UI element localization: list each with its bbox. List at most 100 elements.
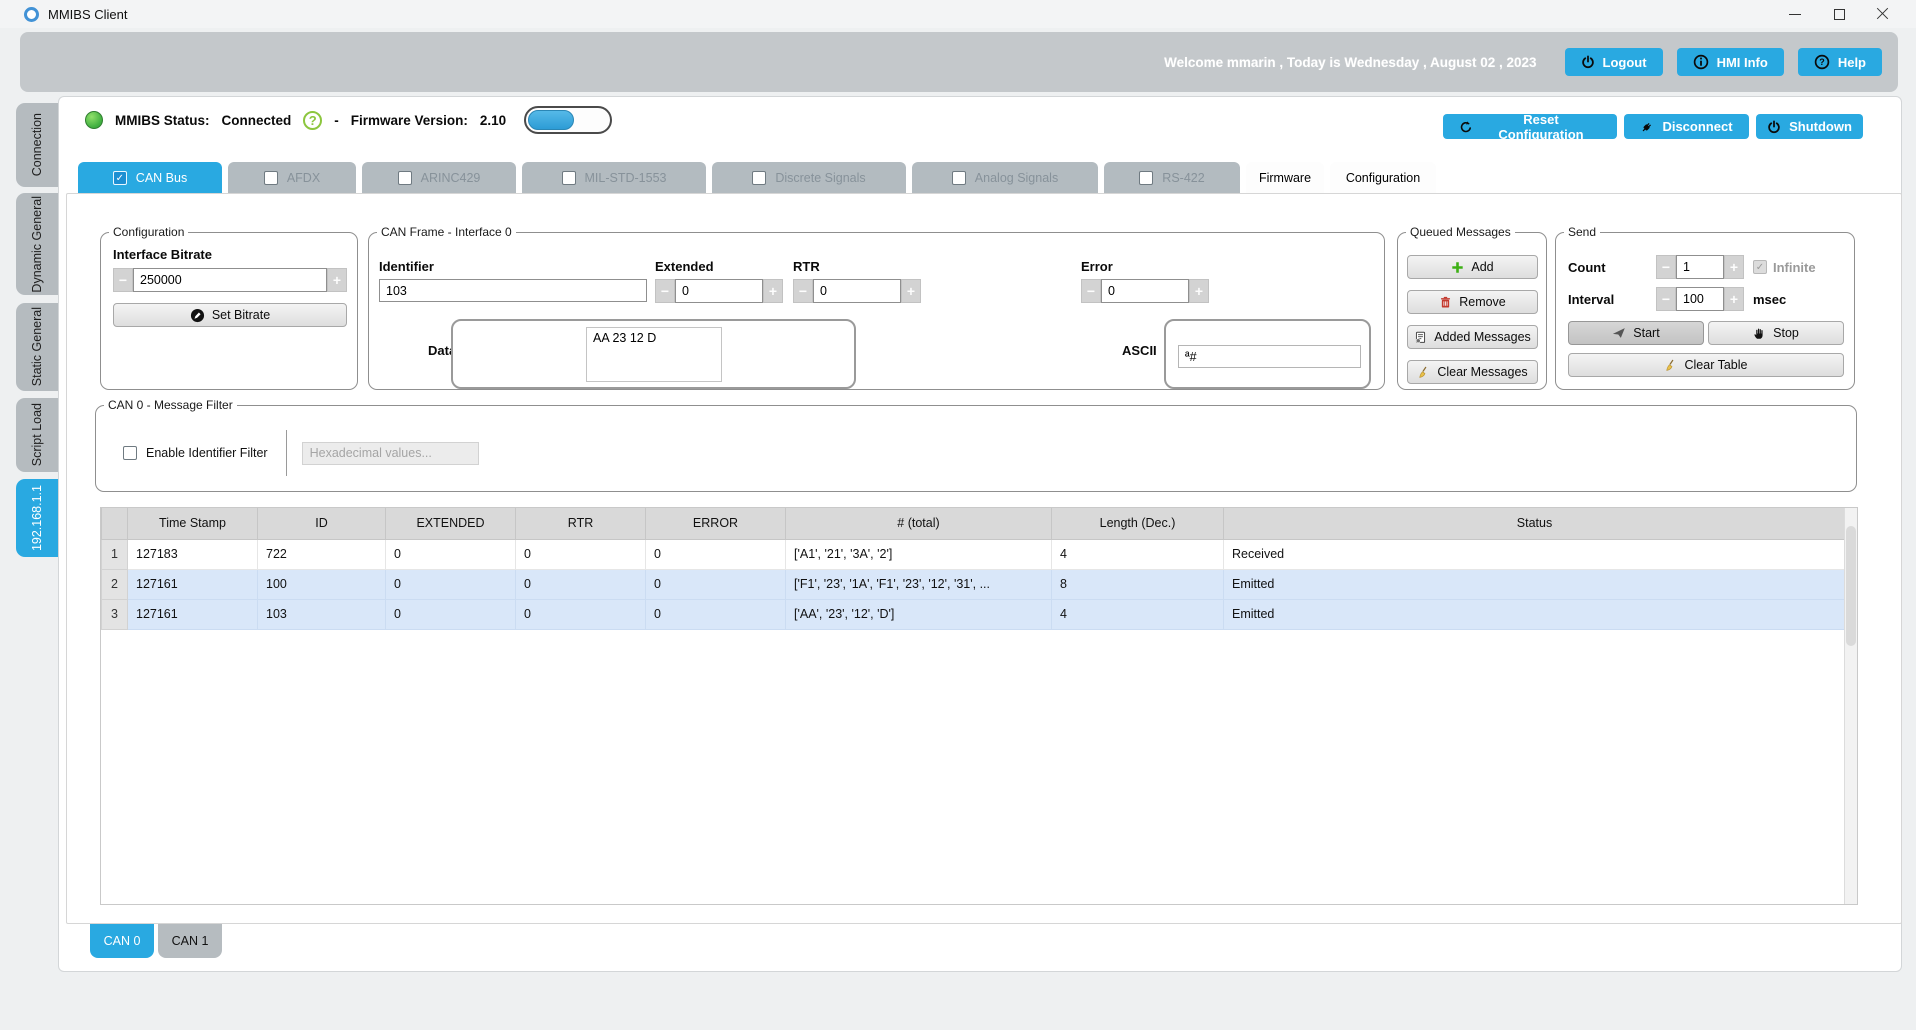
tab-afdx[interactable]: AFDX [228,162,356,194]
remove-button[interactable]: Remove [1407,290,1538,314]
help-button[interactable]: ? Help [1798,48,1882,76]
enable-identifier-filter-label: Enable Identifier Filter [146,446,268,460]
reset-configuration-button[interactable]: Reset Configuration [1443,114,1617,139]
stop-button[interactable]: Stop [1708,321,1844,345]
sidebar-tab-192-168-1-1[interactable]: 192.168.1.1 [16,479,58,557]
clear-messages-label: Clear Messages [1437,365,1527,379]
disconnect-button[interactable]: Disconnect [1624,114,1749,139]
shutdown-label: Shutdown [1789,119,1852,134]
status-help-icon[interactable]: ? [303,111,322,130]
tab-can-bus[interactable]: ✓ CAN Bus [78,162,222,194]
count-input[interactable] [1676,255,1724,279]
table-scrollbar[interactable] [1844,508,1857,904]
rtr-input[interactable] [813,279,901,303]
connection-toggle[interactable] [524,106,612,134]
tab-arinc429[interactable]: ARINC429 [362,162,516,194]
tab-can-1[interactable]: CAN 1 [158,924,222,958]
col-status[interactable]: Status [1224,508,1846,539]
bitrate-decrement-button[interactable]: − [113,268,133,292]
interval-decrement-button[interactable]: − [1656,287,1676,311]
extended-increment-button[interactable]: + [763,279,783,303]
interval-increment-button[interactable]: + [1724,287,1744,311]
extended-decrement-button[interactable]: − [655,279,675,303]
analog-signals-checkbox[interactable] [952,171,966,185]
col-id[interactable]: ID [258,508,386,539]
error-decrement-button[interactable]: − [1081,279,1101,303]
col-extended[interactable]: EXTENDED [386,508,516,539]
table-row[interactable]: 3 127161 103 0 0 0 ['AA', '23', '12', 'D… [102,599,1846,629]
col-length[interactable]: Length (Dec.) [1052,508,1224,539]
data-textarea[interactable]: AA 23 12 D [586,327,722,382]
sidebar-tab-script-load[interactable]: Script Load [16,398,58,472]
table-row[interactable]: 2 127161 100 0 0 0 ['F1', '23', '1A', 'F… [102,569,1846,599]
hmi-info-button[interactable]: HMI Info [1677,48,1784,76]
corner-header [102,508,128,539]
add-button[interactable]: Add [1407,255,1538,279]
col-error[interactable]: ERROR [646,508,786,539]
header-bar: Welcome mmarin , Today is Wednesday , Au… [20,32,1898,92]
identifier-filter-input[interactable] [302,442,479,465]
tab-discrete-signals[interactable]: Discrete Signals [712,162,906,194]
afdx-checkbox[interactable] [264,171,278,185]
reset-configuration-label: Reset Configuration [1481,112,1601,142]
start-button[interactable]: Start [1568,321,1704,345]
rs-422-checkbox[interactable] [1139,171,1153,185]
col-time-stamp[interactable]: Time Stamp [128,508,258,539]
interval-input[interactable] [1676,287,1724,311]
maximize-icon[interactable] [1832,7,1846,21]
rtr-decrement-button[interactable]: − [793,279,813,303]
arinc429-checkbox[interactable] [398,171,412,185]
clear-table-button[interactable]: Clear Table [1568,353,1844,377]
logout-button[interactable]: Logout [1565,48,1663,76]
mil-std-1553-checkbox[interactable] [562,171,576,185]
extended-input[interactable] [675,279,763,303]
sidebar-tab-static-general[interactable]: Static General [16,303,58,391]
sidebar-tab-connection[interactable]: Connection [16,103,58,187]
tab-analog-signals[interactable]: Analog Signals [912,162,1098,194]
firmware-value: 2.10 [480,113,506,128]
minimize-icon[interactable] [1788,7,1802,21]
power-icon [1581,55,1595,69]
message-filter-legend: CAN 0 - Message Filter [104,398,237,412]
count-decrement-button[interactable]: − [1656,255,1676,279]
status-label: MMIBS Status: [115,113,210,128]
tab-firmware[interactable]: Firmware [1246,162,1324,194]
identifier-input[interactable] [379,279,647,302]
error-increment-button[interactable]: + [1189,279,1209,303]
shutdown-button[interactable]: Shutdown [1756,114,1863,139]
infinite-checkbox[interactable]: ✓ [1753,260,1767,274]
sidebar-tab-dynamic-general[interactable]: Dynamic General [16,193,58,295]
stop-label: Stop [1773,326,1799,340]
tab-can-0[interactable]: CAN 0 [90,924,154,958]
interval-stepper: − + [1656,287,1744,311]
trash-icon [1439,296,1452,309]
added-messages-button[interactable]: Added Messages [1407,325,1538,349]
tab-mil-std-1553[interactable]: MIL-STD-1553 [522,162,706,194]
scrollbar-thumb[interactable] [1846,526,1856,646]
rtr-increment-button[interactable]: + [901,279,921,303]
close-icon[interactable] [1876,7,1890,21]
clear-messages-button[interactable]: Clear Messages [1407,360,1538,384]
status-value: Connected [222,113,292,128]
error-input[interactable] [1101,279,1189,303]
can-bus-checkbox[interactable]: ✓ [113,171,127,185]
add-label: Add [1471,260,1493,274]
table-row[interactable]: 1 127183 722 0 0 0 ['A1', '21', '3A', '2… [102,539,1846,569]
count-increment-button[interactable]: + [1724,255,1744,279]
tab-configuration[interactable]: Configuration [1330,162,1436,194]
messages-table: Time Stamp ID EXTENDED RTR ERROR # (tota… [100,507,1858,905]
help-label: Help [1838,55,1866,70]
bitrate-input[interactable] [133,268,327,292]
tab-rs-422[interactable]: RS-422 [1104,162,1240,194]
bus-tabstrip: ✓ CAN Bus AFDX ARINC429 MIL-STD-1553 Dis… [78,162,1436,194]
enable-identifier-filter-checkbox[interactable] [123,446,137,460]
col-total[interactable]: # (total) [786,508,1052,539]
bitrate-increment-button[interactable]: + [327,268,347,292]
set-bitrate-button[interactable]: Set Bitrate [113,303,347,327]
ascii-input[interactable] [1178,345,1361,368]
discrete-signals-checkbox[interactable] [752,171,766,185]
ascii-label: ASCII [1122,343,1157,358]
count-stepper: − + [1656,255,1744,279]
can-frame-group: CAN Frame - Interface 0 Identifier Exten… [368,225,1385,390]
col-rtr[interactable]: RTR [516,508,646,539]
